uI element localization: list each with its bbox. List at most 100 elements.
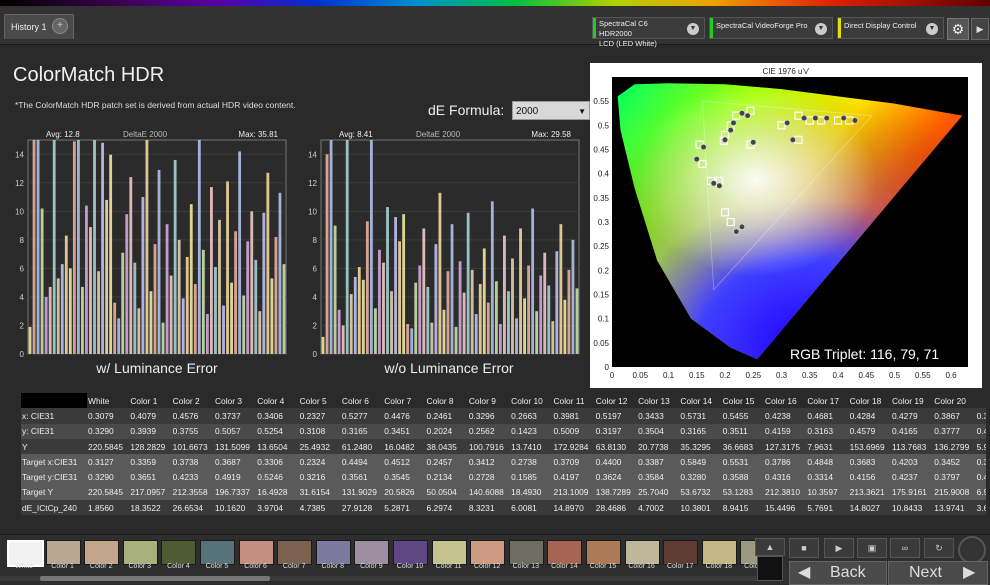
swatch-color-6[interactable]	[238, 540, 274, 565]
swatch-label: Color 7	[282, 563, 306, 570]
add-tab-button[interactable]: +	[52, 18, 68, 34]
x-tick-label: 0	[610, 371, 615, 380]
stop-icon[interactable]: ■	[789, 538, 819, 558]
swatch-color-13[interactable]	[508, 540, 544, 565]
bar	[157, 169, 161, 354]
bar	[189, 204, 193, 354]
play-icon[interactable]: ▶	[824, 538, 854, 558]
table-cell: 0.3296	[468, 410, 495, 421]
table-cell: 0.4	[976, 472, 986, 483]
gear-icon[interactable]: ⚙	[947, 18, 969, 40]
table-cell: 131.9029	[341, 487, 377, 498]
table-cell: 4.7002	[638, 502, 664, 513]
table-cell: 8.9415	[722, 502, 749, 513]
bar	[374, 308, 377, 354]
bar	[121, 252, 125, 354]
swatch-color-5[interactable]	[200, 540, 235, 565]
de-formula-select[interactable]: 2000 ▼	[512, 101, 590, 120]
swatch-label: Color 9	[360, 563, 383, 570]
swatch-color-4[interactable]	[161, 540, 197, 565]
swatch-color-15[interactable]	[586, 540, 621, 565]
table-row: Y 220.5845 128.2829 101.6673 131.5099 13.6504…	[21, 438, 986, 455]
bar	[386, 207, 389, 354]
swatch-color-18[interactable]	[701, 540, 737, 565]
bar	[282, 264, 286, 354]
table-cell: 0.4494	[341, 456, 368, 467]
table-cell: 0.3406	[257, 410, 283, 421]
back-button[interactable]: ◀ Back	[789, 561, 887, 585]
save-icon[interactable]: ▣	[857, 538, 887, 558]
table-cell: 217.0957	[130, 487, 166, 498]
table-cell: 220.5845	[88, 441, 123, 452]
table-cell: 0.3314	[807, 472, 833, 483]
table-cell: 212.3810	[765, 487, 800, 498]
table-cell: 6.9	[976, 487, 986, 498]
bar	[48, 286, 52, 354]
table-header-cell: Color 19	[891, 395, 924, 406]
table-cell: x: CIE31	[22, 410, 55, 421]
table-header-cell: Color 20	[934, 395, 966, 406]
table-cell: 175.9161	[891, 487, 927, 498]
bar	[258, 311, 262, 354]
avg-label: Avg: 12.8	[46, 130, 80, 139]
swatch-color-3[interactable]	[122, 540, 158, 565]
bar	[250, 211, 254, 354]
display-dropdown[interactable]: Direct Display Control ▼	[837, 17, 944, 39]
bar	[507, 291, 510, 354]
y-tick-label: 4	[20, 293, 25, 302]
swatch-color-14[interactable]	[547, 540, 583, 565]
bar	[214, 266, 217, 354]
chevron-down-icon: ▼	[687, 23, 699, 35]
y-tick-label: 0	[313, 350, 318, 359]
table-cell: 5.9	[976, 441, 986, 452]
collapse-icon[interactable]: ▲	[755, 538, 785, 556]
measured-point	[716, 182, 723, 189]
swatch-color-11[interactable]	[431, 540, 467, 565]
record-icon[interactable]	[958, 536, 986, 564]
swatch-label: Color 5	[205, 563, 229, 570]
x-tick-label: 0.4	[832, 371, 844, 380]
next-button[interactable]: Next ▶	[888, 561, 988, 585]
table-cell: 0.4	[976, 426, 986, 437]
table-header-cell	[976, 393, 986, 408]
table-cell: 113.7683	[891, 441, 927, 452]
back-label: Back	[830, 564, 866, 581]
swatch-label: Color 18	[705, 563, 733, 570]
swatch-scrollbar-thumb[interactable]	[40, 576, 270, 581]
display-status-stripe	[838, 18, 841, 38]
swatch-color-7[interactable]	[277, 540, 313, 565]
bar	[378, 249, 381, 354]
table-cell: 27.9128	[341, 502, 373, 513]
refresh-icon[interactable]: ↻	[924, 538, 954, 558]
table-cell: 0.3683	[849, 456, 876, 467]
y-tick-label: 0	[20, 350, 25, 359]
swatch-color-16[interactable]	[624, 540, 660, 565]
chart1-caption: w/ Luminance Error	[96, 360, 218, 376]
swatch-label: Color 3	[128, 563, 152, 570]
swatch-color-10[interactable]	[393, 540, 428, 565]
table-cell: 0.5057	[214, 426, 241, 437]
bar	[446, 271, 450, 354]
table-cell: 0.2134	[426, 472, 453, 483]
bar	[426, 286, 430, 354]
table-cell: 10.3597	[807, 487, 838, 498]
bar	[133, 262, 137, 354]
swatch-color-1[interactable]	[45, 540, 81, 565]
loop-icon[interactable]: ∞	[890, 538, 920, 558]
swatch-color-2[interactable]	[84, 540, 120, 565]
swatch-color-17[interactable]	[663, 540, 699, 565]
scroll-right-icon[interactable]: ▶	[971, 18, 989, 40]
swatch-color-12[interactable]	[470, 540, 506, 565]
swatch-label: Color 8	[321, 563, 345, 570]
table-cell: 0.3165	[680, 426, 707, 437]
generator-dropdown[interactable]: SpectraCal VideoForge Pro ▼	[709, 17, 833, 39]
bar	[141, 197, 145, 354]
table-cell: 0.3545	[384, 472, 410, 483]
bar	[535, 311, 539, 354]
swatch-color-9[interactable]	[354, 540, 390, 565]
bar	[394, 217, 397, 354]
table-cell: 212.3558	[172, 487, 208, 498]
meter-dropdown[interactable]: SpectraCal C6 HDR2000 LCD (LED White) ▼	[592, 17, 705, 48]
table-cell: 0.3624	[595, 472, 622, 483]
swatch-color-8[interactable]	[315, 540, 351, 565]
